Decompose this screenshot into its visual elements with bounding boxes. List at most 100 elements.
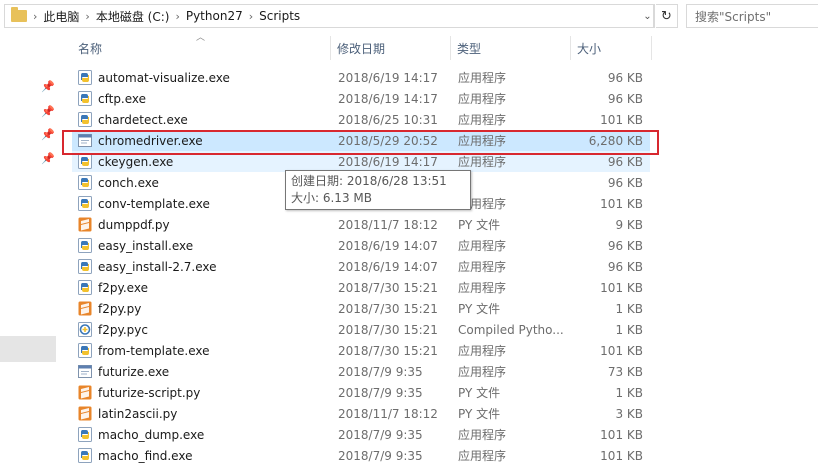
file-type: 应用程序 [458,71,507,85]
file-size: 73 KB [607,364,643,379]
file-modified-date: 2018/5/29 20:52 [338,133,438,148]
address-bar-row: › 此电脑 › 本地磁盘 (C:) › Python27 › Scripts ⌄… [0,0,818,32]
file-modified-date: 2018/6/19 14:17 [338,91,438,106]
file-modified-date: 2018/7/30 15:21 [338,322,438,337]
file-row[interactable]: f2py.py 2018/7/30 15:21 PY 文件 1 KB [72,298,650,319]
file-type: 应用程序 [458,428,507,442]
file-size: 96 KB [607,154,643,169]
breadcrumb-this-pc[interactable]: 此电脑 [43,8,79,25]
column-header-name[interactable]: 名称 [72,36,330,60]
file-size: 96 KB [607,259,643,274]
file-name: cftp.exe [98,91,147,106]
pin-icon[interactable]: 📌 [41,105,55,119]
file-row[interactable]: f2py.pyc 2018/7/30 15:21 Compiled Pytho...… [72,319,650,340]
file-tooltip: 创建日期: 2018/6/28 13:51 大小: 6.13 MB [285,170,471,210]
file-size: 101 KB [600,112,643,127]
address-bar[interactable]: › 此电脑 › 本地磁盘 (C:) › Python27 › Scripts [4,4,654,28]
file-name: latin2ascii.py [98,406,178,421]
pin-icon[interactable]: 📌 [41,152,55,166]
file-name: macho_dump.exe [98,427,205,442]
file-row[interactable]: chardetect.exe 2018/6/25 10:31 应用程序 101 KB [72,109,650,130]
file-row[interactable]: futurize-script.py 2018/7/9 9:35 PY 文件 1 KB [72,382,650,403]
file-row[interactable]: dumppdf.py 2018/11/7 18:12 PY 文件 9 KB [72,214,650,235]
python-exe-icon [78,112,92,127]
address-history-dropdown[interactable]: ⌄ [641,4,655,28]
file-type: PY 文件 [458,407,501,421]
file-modified-date: 2018/7/9 9:35 [338,364,423,379]
file-row[interactable]: ckeygen.exe 2018/6/19 14:17 应用程序 96 KB [72,151,650,172]
file-name: macho_find.exe [98,448,193,463]
python-exe-icon [78,448,92,463]
file-size: 3 KB [615,406,643,421]
file-row[interactable]: futurize.exe 2018/7/9 9:35 应用程序 73 KB [72,361,650,382]
file-type: 应用程序 [458,134,507,148]
sublime-file-icon [78,385,92,400]
column-header-type[interactable]: 类型 [451,36,570,60]
file-size: 1 KB [615,322,643,337]
breadcrumb-python27[interactable]: Python27 [186,9,243,23]
file-name: ckeygen.exe [98,154,174,169]
file-name: from-template.exe [98,343,210,358]
column-divider[interactable] [651,36,652,60]
file-name: chardetect.exe [98,112,188,127]
search-placeholder: 搜索"Scripts" [695,9,772,24]
file-row[interactable]: cftp.exe 2018/6/19 14:17 应用程序 96 KB [72,88,650,109]
python-exe-icon [78,238,92,253]
file-modified-date: 2018/6/19 14:17 [338,154,438,169]
chevron-right-icon[interactable]: › [249,10,253,23]
file-row[interactable]: easy_install-2.7.exe 2018/6/19 14:07 应用程序 9… [72,256,650,277]
file-modified-date: 2018/11/7 18:12 [338,217,438,232]
file-name: futurize.exe [98,364,170,379]
python-exe-icon [78,259,92,274]
file-type: 应用程序 [458,155,507,169]
tooltip-created-date: 创建日期: 2018/6/28 13:51 [291,174,447,188]
file-modified-date: 2018/7/9 9:35 [338,427,423,442]
navigation-selected-item[interactable] [0,336,56,362]
file-modified-date: 2018/11/7 18:12 [338,406,438,421]
file-modified-date: 2018/7/9 9:35 [338,385,423,400]
file-row[interactable]: macho_dump.exe 2018/7/9 9:35 应用程序 101 KB [72,424,650,445]
pin-icon[interactable]: 📌 [41,128,55,142]
file-row[interactable]: chromedriver.exe 2018/5/29 20:52 应用程序 6,280… [72,130,650,151]
tooltip-size: 大小: 6.13 MB [291,191,372,205]
python-exe-icon [78,343,92,358]
file-row[interactable]: f2py.exe 2018/7/30 15:21 应用程序 101 KB [72,277,650,298]
sublime-file-icon [78,301,92,316]
pin-icon[interactable]: 📌 [41,80,55,94]
search-input[interactable]: 搜索"Scripts" [686,4,818,28]
python-compiled-icon [78,322,92,337]
file-name: dumppdf.py [98,217,170,232]
chevron-right-icon[interactable]: › [85,10,89,23]
python-exe-icon [78,280,92,295]
file-type: 应用程序 [458,260,507,274]
column-header-size[interactable]: 大小 [571,36,651,60]
file-type: 应用程序 [458,281,507,295]
file-row[interactable]: latin2ascii.py 2018/11/7 18:12 PY 文件 3 KB [72,403,650,424]
file-modified-date: 2018/6/19 14:07 [338,259,438,274]
file-type: 应用程序 [458,344,507,358]
python-exe-icon [78,175,92,190]
file-row[interactable]: macho_find.exe 2018/7/9 9:35 应用程序 101 KB [72,445,650,465]
file-modified-date: 2018/7/30 15:21 [338,301,438,316]
column-header: ︿ 名称 修改日期 类型 大小 [72,33,818,60]
refresh-button[interactable]: ↻ [656,4,678,28]
python-exe-icon [78,154,92,169]
file-row[interactable]: easy_install.exe 2018/6/19 14:07 应用程序 96 KB [72,235,650,256]
column-header-date[interactable]: 修改日期 [331,36,450,60]
file-type: Compiled Pytho... [458,322,564,337]
file-name: automat-visualize.exe [98,70,230,85]
breadcrumb-local-disk[interactable]: 本地磁盘 (C:) [96,8,170,25]
file-size: 101 KB [600,427,643,442]
file-size: 101 KB [600,343,643,358]
file-name: easy_install.exe [98,238,194,253]
file-row[interactable]: automat-visualize.exe 2018/6/19 14:17 应用程序… [72,67,650,88]
file-row[interactable]: from-template.exe 2018/7/30 15:21 应用程序 101 … [72,340,650,361]
file-modified-date: 2018/7/30 15:21 [338,343,438,358]
chevron-right-icon[interactable]: › [33,10,37,23]
file-modified-date: 2018/6/19 14:07 [338,238,438,253]
python-exe-icon [78,196,92,211]
chevron-right-icon[interactable]: › [175,10,179,23]
sublime-file-icon [78,217,92,232]
breadcrumb-scripts[interactable]: Scripts [259,9,300,23]
refresh-icon: ↻ [661,8,672,24]
